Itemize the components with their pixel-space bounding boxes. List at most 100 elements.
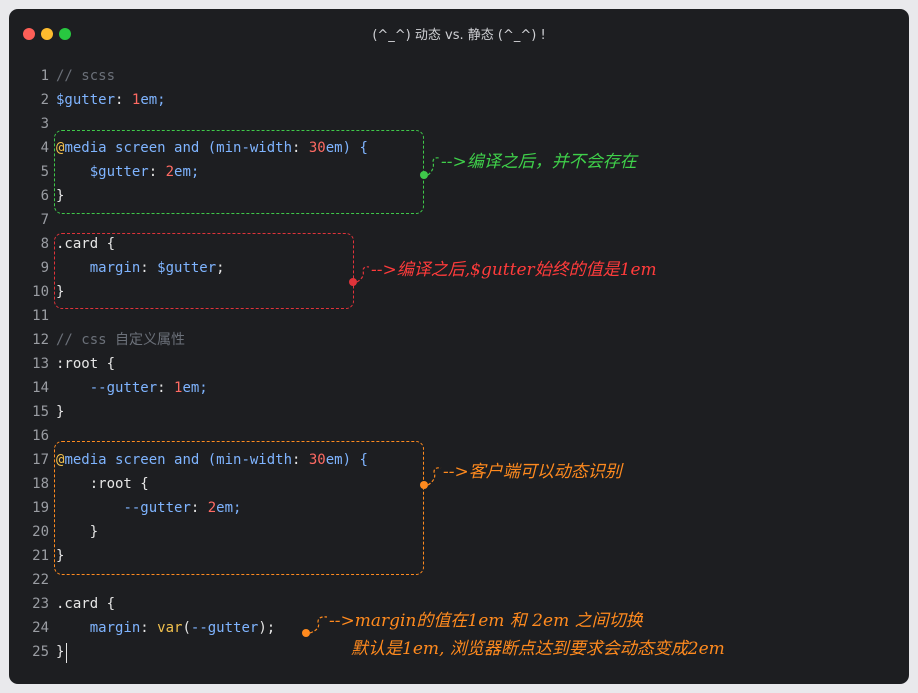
editor-window: (^_^) 动态 vs. 静态 (^_^) ! 1// scss 2 $gutter… <box>9 9 909 684</box>
line-number: 3 <box>40 116 49 132</box>
code-line[interactable]: } <box>56 400 64 424</box>
code-token: ); <box>258 620 276 636</box>
code-token: $gutter <box>56 92 116 108</box>
code-token: : <box>140 260 158 276</box>
line-number: 19 <box>32 500 49 516</box>
annotation-css-card-line2: 默认是1em, 浏览器断点达到要求会动态变成2em <box>351 639 725 659</box>
code-token: // scss <box>56 68 116 84</box>
code-token: :root { <box>89 476 149 492</box>
code-token: } <box>56 404 65 420</box>
orange-connector-curve-1 <box>427 467 442 486</box>
code-token: } <box>56 644 65 660</box>
code-token: --gutter <box>89 380 158 396</box>
red-connector-dot <box>349 278 357 286</box>
code-token: : <box>157 380 175 396</box>
code-token: margin <box>89 620 141 636</box>
line-number: 10 <box>32 284 49 300</box>
code-token: .card { <box>56 236 116 252</box>
window-title: (^_^) 动态 vs. 静态 (^_^) ! <box>372 28 546 43</box>
code-line[interactable]: :root { <box>56 472 149 496</box>
code-token: } <box>56 548 65 564</box>
annotation-css-card-line1: -->margin的值在1em 和 2em 之间切换 <box>329 611 643 631</box>
code-token: 2 <box>165 164 175 180</box>
code-line[interactable]: $gutter: 2em; <box>56 160 200 184</box>
code-token: 2 <box>207 500 217 516</box>
code-token: : <box>115 92 132 108</box>
code-token: em) { <box>325 452 368 468</box>
code-token: media screen and ( <box>64 452 217 468</box>
code-line[interactable]: :root { <box>56 352 115 376</box>
code-token: margin <box>89 260 141 276</box>
orange-connector-curve-2 <box>309 616 328 634</box>
code-token: .card { <box>56 596 116 612</box>
code-token: 30 <box>308 140 326 156</box>
code-line[interactable]: --gutter: 1em; <box>56 376 208 400</box>
line-number: 9 <box>40 260 49 276</box>
line-number: 5 <box>40 164 49 180</box>
code-line[interactable]: // css 自定义属性 <box>56 328 185 352</box>
line-number: 18 <box>32 476 49 492</box>
red-connector-curve <box>356 266 370 283</box>
orange-connector-dot-2 <box>302 629 310 637</box>
line-number: 21 <box>32 548 49 564</box>
line-number: 2 <box>40 92 49 108</box>
code-token: // css 自定义属性 <box>56 332 186 348</box>
code-line[interactable]: margin: var(--gutter); <box>56 616 275 640</box>
line-number: 13 <box>32 356 49 372</box>
code-line[interactable]: $gutter: 1em; <box>56 88 166 112</box>
code-token: em) { <box>325 140 368 156</box>
code-token: --gutter <box>190 620 259 636</box>
code-token: : <box>190 500 208 516</box>
code-token: } <box>56 524 99 540</box>
code-line[interactable]: } <box>56 544 64 568</box>
code-line[interactable]: margin: $gutter; <box>56 256 225 280</box>
code-token: em; <box>174 164 200 180</box>
green-connector-dot <box>420 171 428 179</box>
code-line[interactable]: } <box>56 280 64 304</box>
line-number: 20 <box>32 524 49 540</box>
code-token: em; <box>140 92 166 108</box>
annotation-css-media: -->客户端可以动态识别 <box>443 462 622 482</box>
code-line[interactable]: @media screen and (min-width: 30em) { <box>56 448 368 472</box>
code-token: $gutter <box>157 260 217 276</box>
code-token: : <box>292 452 309 468</box>
code-line[interactable]: @media screen and (min-width: 30em) { <box>56 136 368 160</box>
code-token: media screen and ( <box>64 140 217 156</box>
code-line[interactable]: } <box>56 640 64 664</box>
code-token: min-width <box>216 140 293 156</box>
line-number: 15 <box>32 404 49 420</box>
annotation-scss-card: -->编译之后,$gutter始终的值是1em <box>371 260 657 280</box>
line-number: 16 <box>32 428 49 444</box>
line-number: 22 <box>32 572 49 588</box>
code-token: em; <box>216 500 242 516</box>
text-cursor <box>66 643 67 663</box>
line-number: 12 <box>32 332 49 348</box>
line-number: 4 <box>40 140 49 156</box>
code-line[interactable]: // scss <box>56 64 115 88</box>
code-token: 30 <box>308 452 326 468</box>
annotation-scss-media: -->编译之后，并不会存在 <box>441 152 637 172</box>
code-line[interactable]: .card { <box>56 592 115 616</box>
code-token: var <box>157 620 183 636</box>
title-bar: (^_^) 动态 vs. 静态 (^_^) ! <box>9 9 909 57</box>
code-line[interactable]: .card { <box>56 232 115 256</box>
code-token: : <box>140 620 158 636</box>
code-line[interactable]: } <box>56 184 64 208</box>
code-token: ( <box>182 620 191 636</box>
code-token: min-width <box>216 452 293 468</box>
line-number: 7 <box>40 212 49 228</box>
code-token: $gutter <box>89 164 149 180</box>
line-number: 17 <box>32 452 49 468</box>
code-token: : <box>148 164 166 180</box>
code-token: : <box>292 140 309 156</box>
code-line[interactable]: } <box>56 520 98 544</box>
green-connector-curve <box>427 157 440 176</box>
line-number: 25 <box>32 644 49 660</box>
code-line[interactable]: --gutter: 2em; <box>56 496 241 520</box>
orange-connector-dot-1 <box>420 481 428 489</box>
